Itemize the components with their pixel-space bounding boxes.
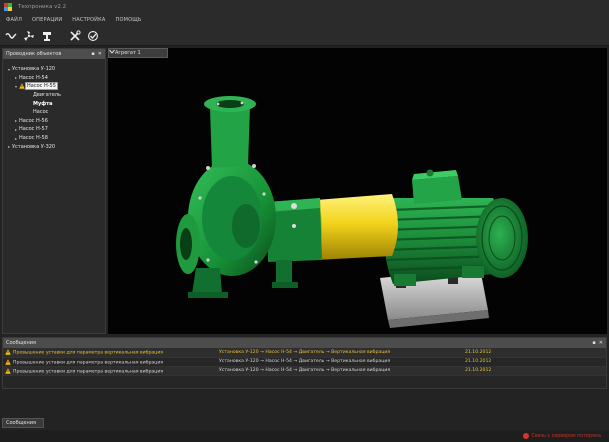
message-date: 21.10.2012 [463,366,606,377]
app-logo-icon [4,3,12,11]
tree-item-coupling[interactable]: Муфта [3,99,105,108]
message-date: 21.10.2012 [463,348,606,358]
tree-item-pump-part[interactable]: Насос [3,108,105,117]
tree-item-label: Насос [33,109,49,116]
tree-item-pump-55[interactable]: ▾ Насос Н-55 [3,82,105,91]
tree-item-label: Насос Н-54 [19,74,48,81]
warning-icon [5,358,11,365]
check-settings-icon[interactable] [86,29,100,43]
3d-viewport[interactable]: Агрегат 1 [108,48,607,334]
status-bar: Связь с сервером потеряна [0,430,609,442]
tree-item-label: Муфта [33,100,53,107]
tab-messages[interactable]: Сообщения [2,418,44,428]
tree-item-pump-57[interactable]: ▸ Насос Н-57 [3,125,105,134]
message-description: Превышение уставки для параметра вертика… [13,350,164,356]
connection-status: Связь с сервером потеряна [531,433,602,439]
menu-operations[interactable]: ОПЕРАЦИИ [32,17,62,23]
messages-table: Превышение уставки для параметра вертика… [3,348,606,377]
tab-label: Агрегат 1 [115,50,141,56]
object-explorer-panel: Проводник объектов ▪ ✕ ▾ Установка У-120… [2,48,106,334]
tree-item-label: Насос Н-58 [19,135,48,142]
message-description-cell: Превышение уставки для параметра вертика… [3,366,217,377]
messages-panel: Сообщения ▪ ✕ Превышение уставки для пар… [2,337,607,389]
menu-help[interactable]: ПОМОЩЬ [115,17,141,23]
message-description-cell: Превышение уставки для параметра вертика… [3,357,217,367]
tree-item-label: Двигатель [33,92,61,99]
tree-item-label: Насос Н-56 [19,117,48,124]
message-path: Установка У-120 → Насос Н-54 → Двигатель… [217,366,463,377]
message-description: Превышение уставки для параметра вертика… [13,360,164,366]
tree-item-motor[interactable]: Двигатель [3,91,105,100]
explorer-title: Проводник объектов [6,51,62,57]
message-path: Установка У-120 → Насос Н-54 → Двигатель… [217,357,463,367]
pump-3d-model[interactable] [108,48,607,334]
table-row[interactable]: Превышение уставки для параметра вертика… [3,366,606,377]
warning-icon [5,349,11,355]
tree-item-label: Установка У-120 [12,66,56,73]
message-path: Установка У-120 → Насос Н-54 → Двигатель… [217,348,463,358]
menu-file[interactable]: ФАЙЛ [6,17,22,23]
menu-bar: ФАЙЛ ОПЕРАЦИИ НАСТРОЙКА ПОМОЩЬ [0,14,609,26]
fan-icon[interactable] [22,29,36,43]
electric-motor [383,169,528,286]
title-bar: Техпроника v2.2 [0,0,609,14]
tree-item-pump-54[interactable]: ▸ Насос Н-54 [3,74,105,83]
bearing-housing [268,198,322,288]
window-title: Техпроника v2.2 [18,4,67,10]
tab-label: Сообщения [6,420,37,426]
pump-icon[interactable] [40,29,54,43]
pin-icon[interactable]: ▪ [91,51,94,57]
message-description: Превышение уставки для параметра вертика… [13,369,164,375]
explorer-header: Проводник объектов ▪ ✕ [3,49,105,59]
pin-icon[interactable]: ▪ [592,340,595,346]
tree-item-pump-58[interactable]: ▸ Насос Н-58 [3,134,105,143]
tree-item-unit-120[interactable]: ▾ Установка У-120 [3,65,105,74]
tree-item-unit-320[interactable]: ▸ Установка У-320 [3,142,105,151]
tree-item-label: Установка У-320 [12,143,56,150]
messages-header: Сообщения ▪ ✕ [3,338,606,348]
wave-signal-icon[interactable] [4,29,18,43]
message-date: 21.10.2012 [463,357,606,367]
message-description-cell: Превышение уставки для параметра вертика… [3,348,217,358]
close-icon[interactable]: ✕ [98,51,102,57]
menu-settings[interactable]: НАСТРОЙКА [72,17,105,23]
connection-error-icon [522,433,529,439]
messages-title: Сообщения [6,340,37,346]
tree-item-label-selected: Насос Н-55 [25,82,58,91]
table-row[interactable]: Превышение уставки для параметра вертика… [3,348,606,358]
warning-icon [5,368,11,374]
tools-icon[interactable] [68,29,82,43]
object-tree: ▾ Установка У-120 ▸ Насос Н-54 ▾ Насос Н… [3,59,105,151]
toolbar [0,26,609,46]
tab-unit-1[interactable]: Агрегат 1 [108,48,168,58]
tree-item-pump-56[interactable]: ▸ Насос Н-56 [3,117,105,126]
tree-item-label: Насос Н-57 [19,126,48,133]
close-icon[interactable]: ✕ [599,340,603,346]
table-row[interactable]: Превышение уставки для параметра вертика… [3,357,606,367]
pump-casing [176,96,276,298]
